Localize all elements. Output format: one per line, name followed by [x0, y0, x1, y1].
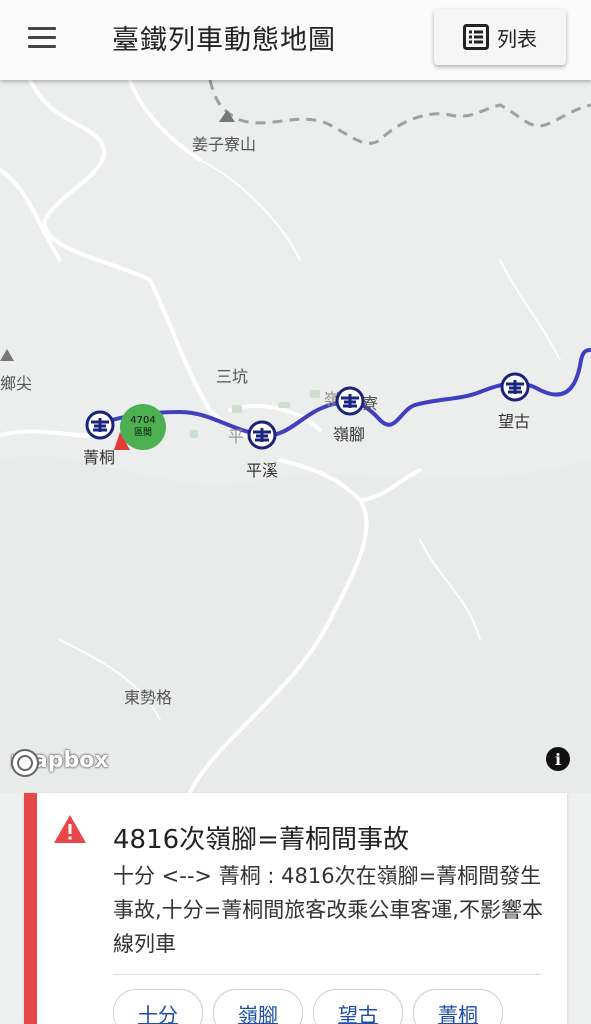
info-icon[interactable]: i — [546, 747, 570, 771]
divider — [113, 974, 541, 975]
hamburger-menu-icon[interactable] — [22, 22, 62, 56]
alert-color-bar — [24, 793, 37, 1024]
train-marker[interactable]: 4704 區間 — [120, 404, 166, 450]
list-button-label: 列表 — [497, 26, 537, 51]
place-ping-partial: 平 — [228, 427, 245, 446]
list-icon — [463, 24, 489, 50]
alert-panel: 4816次嶺腳=菁桐間事故 十分 <--> 菁桐 : 4816次在嶺腳=菁桐間發… — [24, 793, 567, 1024]
chip-shifen[interactable]: 十分 — [113, 989, 203, 1024]
station-label-lingjiao: 嶺腳 — [333, 425, 366, 444]
chip-jingtong[interactable]: 菁桐 — [413, 989, 503, 1024]
place-jiangziliao: 姜子寮山 — [192, 135, 257, 154]
mapbox-logo[interactable]: mapbox — [10, 748, 109, 777]
alert-title: 4816次嶺腳=菁桐間事故 — [113, 825, 409, 855]
train-type: 區間 — [133, 428, 152, 438]
map-view[interactable]: 姜子寮山 三坑 東勢格 鄉尖 平 嶺 寮 菁桐 平溪 嶺腳 望古 4704 區間… — [0, 80, 591, 793]
chip-wanggu[interactable]: 望古 — [313, 989, 403, 1024]
station-icon-lingjiao[interactable] — [335, 386, 365, 416]
station-label-jingtong: 菁桐 — [83, 448, 116, 467]
station-label-wanggu: 望古 — [498, 412, 531, 431]
alert-body: 十分 <--> 菁桐 : 4816次在嶺腳=菁桐間發生事故,十分=菁桐間旅客改乘… — [113, 864, 543, 956]
station-icon-jingtong[interactable] — [85, 410, 115, 440]
station-icon-wanggu[interactable] — [500, 372, 530, 402]
station-chips: 十分 嶺腳 望古 菁桐 — [113, 989, 503, 1024]
list-button[interactable]: 列表 — [434, 9, 566, 65]
mapbox-logo-icon — [11, 749, 39, 777]
station-label-pingxi: 平溪 — [246, 461, 279, 480]
chip-lingjiao[interactable]: 嶺腳 — [213, 989, 303, 1024]
train-number: 4704 — [130, 415, 156, 426]
warning-icon — [54, 815, 86, 843]
place-left-peak: 鄉尖 — [0, 374, 33, 393]
place-sankeng: 三坑 — [216, 367, 249, 386]
station-icon-pingxi[interactable] — [247, 420, 277, 450]
app-bar: 臺鐵列車動態地圖 列表 — [0, 0, 591, 80]
page-title: 臺鐵列車動態地圖 — [112, 25, 336, 56]
place-dongshige: 東勢格 — [124, 688, 173, 707]
